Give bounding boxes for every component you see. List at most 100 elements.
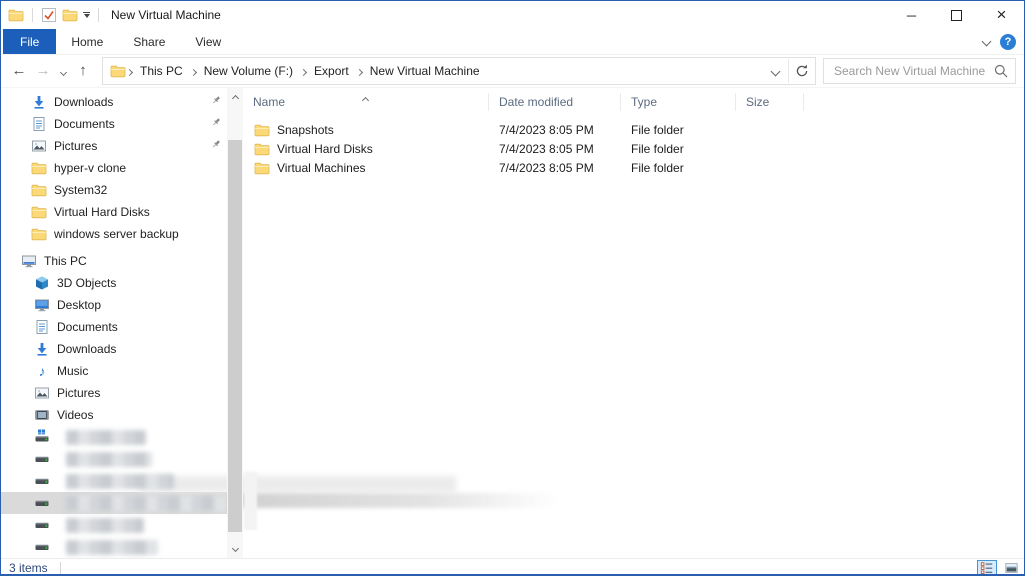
pin-icon[interactable] — [211, 139, 222, 150]
maximize-icon — [951, 9, 962, 21]
sort-ascending-icon — [361, 90, 370, 108]
folder-icon — [254, 141, 270, 157]
window-title: New Virtual Machine — [111, 8, 221, 22]
sidebar-item-windows-server-backup[interactable]: windows server backup — [1, 223, 227, 245]
search-input[interactable] — [832, 63, 993, 79]
tab-home[interactable]: Home — [56, 29, 118, 54]
drive-icon — [34, 451, 50, 467]
redacted-label — [66, 539, 158, 555]
sidebar-item-pictures[interactable]: Pictures — [1, 135, 227, 157]
file-row-virtual-hard-disks[interactable]: Virtual Hard Disks 7/4/2023 8:05 PM File… — [243, 139, 1024, 158]
close-button[interactable]: × — [979, 1, 1024, 29]
details-view-button[interactable] — [977, 560, 997, 574]
sidebar-item-documents[interactable]: Documents — [1, 113, 227, 135]
drive-icon — [34, 517, 50, 533]
column-header-type[interactable]: Type — [621, 93, 736, 111]
sidebar-item-hyper-v-clone[interactable]: hyper-v clone — [1, 157, 227, 179]
sidebar-item-drive-redacted[interactable] — [1, 426, 227, 448]
minimize-ribbon-icon[interactable] — [981, 36, 992, 47]
file-row-virtual-machines[interactable]: Virtual Machines 7/4/2023 8:05 PM File f… — [243, 158, 1024, 177]
item-count: 3 items — [9, 561, 48, 575]
sidebar-item-drive-redacted[interactable] — [1, 514, 227, 536]
sidebar-item-desktop[interactable]: Desktop — [1, 294, 227, 316]
refresh-icon — [794, 63, 810, 79]
sidebar-scrollbar[interactable] — [227, 88, 243, 558]
sidebar-item-drive-redacted[interactable] — [1, 448, 227, 470]
sidebar-item-downloads[interactable]: Downloads — [1, 91, 227, 113]
search-icon[interactable] — [993, 63, 1009, 79]
column-header-size[interactable]: Size — [736, 93, 804, 111]
scroll-up-icon[interactable] — [227, 90, 243, 106]
column-header-date-modified[interactable]: Date modified — [489, 93, 621, 111]
tab-file[interactable]: File — [3, 29, 57, 54]
redacted-label — [66, 495, 226, 511]
thumbnails-view-button[interactable] — [1001, 560, 1021, 576]
up-button[interactable]: ↑ — [71, 58, 95, 84]
breadcrumb-this-pc[interactable]: This PC — [133, 64, 190, 78]
breadcrumb-chevron-icon[interactable] — [355, 64, 363, 78]
address-bar[interactable]: This PC New Volume (F:) Export New Virtu… — [102, 57, 816, 85]
tab-view[interactable]: View — [180, 29, 236, 54]
sidebar-item-virtual-hard-disks[interactable]: Virtual Hard Disks — [1, 201, 227, 223]
new-folder-icon[interactable] — [62, 7, 78, 23]
sidebar-item-this-pc[interactable]: This PC — [1, 250, 227, 272]
folder-icon — [31, 226, 47, 242]
sidebar-item-downloads-pc[interactable]: Downloads — [1, 338, 227, 360]
file-list-pane: Name Date modified Type Size Snapshots 7… — [243, 88, 1024, 558]
pin-icon[interactable] — [211, 117, 222, 128]
forward-button[interactable]: → — [31, 58, 55, 84]
drive-icon — [34, 495, 50, 511]
back-button[interactable]: ← — [7, 58, 31, 84]
scroll-down-icon[interactable] — [227, 540, 243, 556]
drive-icon — [34, 539, 50, 555]
redacted-label — [66, 429, 146, 445]
breadcrumb-chevron-icon[interactable] — [189, 64, 197, 78]
sidebar-item-system32[interactable]: System32 — [1, 179, 227, 201]
search-box[interactable] — [823, 58, 1016, 84]
file-date-modified: 7/4/2023 8:05 PM — [499, 141, 594, 156]
drive-icon — [34, 473, 50, 489]
file-row-snapshots[interactable]: Snapshots 7/4/2023 8:05 PM File folder — [243, 120, 1024, 139]
column-header-name[interactable]: Name — [243, 93, 489, 111]
minimize-button[interactable]: ─ — [889, 1, 934, 29]
computer-icon — [21, 253, 37, 269]
ribbon-tab-bar: File Home Share View ? — [1, 29, 1024, 55]
refresh-button[interactable] — [789, 59, 815, 83]
explorer-window: New Virtual Machine ─ × File Home Share … — [0, 0, 1025, 576]
downloads-icon — [34, 341, 50, 357]
sidebar-item-pictures-pc[interactable]: Pictures — [1, 382, 227, 404]
customize-toolbar-dropdown-icon[interactable] — [83, 12, 90, 18]
cube-icon — [34, 275, 50, 291]
videos-icon — [34, 407, 50, 423]
help-icon[interactable]: ? — [1000, 33, 1016, 50]
breadcrumb-chevron-icon[interactable] — [300, 64, 308, 78]
properties-checkbox-icon[interactable] — [41, 7, 57, 23]
pictures-icon — [31, 138, 47, 154]
maximize-button[interactable] — [934, 1, 979, 29]
scrollbar-thumb[interactable] — [228, 140, 242, 532]
file-name: Virtual Hard Disks — [277, 141, 373, 156]
sidebar-item-drive-redacted[interactable] — [1, 536, 227, 558]
sidebar-item-3d-objects[interactable]: 3D Objects — [1, 272, 227, 294]
breadcrumb-export[interactable]: Export — [307, 64, 356, 78]
sidebar-item-music[interactable]: ♪ Music — [1, 360, 227, 382]
breadcrumb-chevron-icon[interactable] — [125, 64, 134, 78]
recent-locations-icon[interactable] — [55, 58, 71, 84]
documents-icon — [34, 319, 50, 335]
pin-icon[interactable] — [211, 95, 222, 106]
sidebar-item-documents-pc[interactable]: Documents — [1, 316, 227, 338]
desktop-icon — [34, 297, 50, 313]
tab-share[interactable]: Share — [118, 29, 180, 54]
breadcrumb-new-volume[interactable]: New Volume (F:) — [197, 64, 300, 78]
breadcrumb-current-folder[interactable]: New Virtual Machine — [363, 64, 487, 78]
folder-icon — [31, 182, 47, 198]
redacted-label — [66, 451, 152, 467]
address-dropdown-icon[interactable] — [762, 59, 788, 83]
folder-icon — [254, 122, 270, 138]
sidebar-item-videos[interactable]: Videos — [1, 404, 227, 426]
sidebar-item-drive-redacted-selected[interactable] — [1, 492, 227, 514]
file-name: Virtual Machines — [277, 160, 366, 175]
redacted-label — [66, 517, 144, 533]
titlebar-separator — [98, 8, 99, 22]
pictures-icon — [34, 385, 50, 401]
